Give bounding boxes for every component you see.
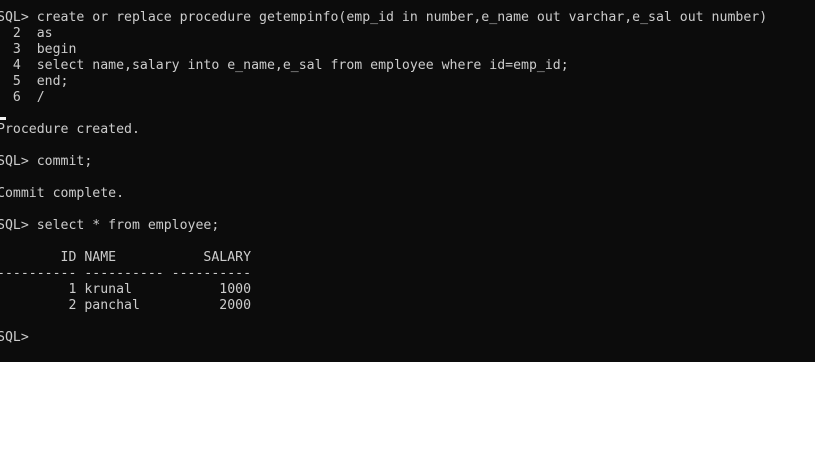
result-table-separator: ---------- ---------- ---------- bbox=[0, 266, 252, 281]
procedure-line-5: 5 end; bbox=[0, 74, 69, 89]
procedure-line-6: 6 / bbox=[0, 90, 45, 105]
blank-area bbox=[0, 362, 819, 460]
procedure-line-2: 2 as bbox=[0, 26, 53, 41]
result-table-row: 2 panchal 2000 bbox=[0, 298, 252, 313]
command-line-commit: SQL> commit; bbox=[0, 154, 93, 169]
procedure-line-3: 3 begin bbox=[0, 42, 77, 57]
command-line-select: SQL> select * from employee; bbox=[0, 218, 220, 233]
procedure-line-4: 4 select name,salary into e_name,e_sal f… bbox=[0, 58, 569, 73]
command-line-create-procedure: SQL> create or replace procedure getempi… bbox=[0, 10, 768, 25]
text-cursor bbox=[0, 117, 6, 120]
commit-complete-message: Commit complete. bbox=[0, 186, 125, 201]
sql-prompt[interactable]: SQL> bbox=[0, 330, 29, 346]
terminal-window[interactable]: SQL> create or replace procedure getempi… bbox=[0, 0, 815, 362]
procedure-created-message: Procedure created. bbox=[0, 122, 140, 137]
result-table-header: ID NAME SALARY bbox=[0, 250, 252, 265]
result-table-row: 1 krunal 1000 bbox=[0, 282, 252, 297]
